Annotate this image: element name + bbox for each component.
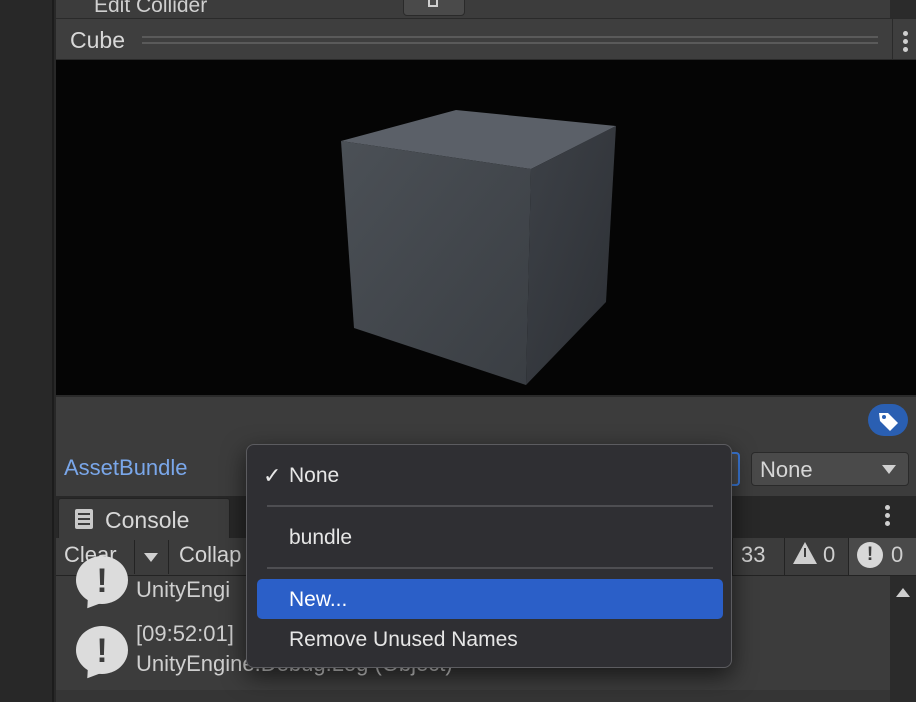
menu-item-label: bundle bbox=[289, 526, 353, 549]
menu-item-label: Remove Unused Names bbox=[289, 628, 518, 651]
console-more-icon[interactable] bbox=[885, 505, 891, 529]
preview-header[interactable]: Cube bbox=[56, 18, 916, 61]
more-vertical-icon bbox=[903, 31, 909, 55]
log-info-icon: ! bbox=[76, 626, 128, 674]
log-timestamp: [09:52:01] bbox=[136, 621, 234, 646]
console-footer bbox=[56, 690, 890, 702]
tab-console[interactable]: Console bbox=[58, 498, 230, 538]
menu-item-remove-unused-names[interactable]: Remove Unused Names bbox=[257, 619, 723, 659]
preview-viewport[interactable] bbox=[56, 60, 916, 395]
tag-icon[interactable] bbox=[868, 404, 908, 436]
edit-collider-row: Edit Collider bbox=[56, 0, 890, 18]
asset-bundle-dropdown-menu: ✓ None bundle New... Remove Unused Names bbox=[246, 444, 732, 668]
menu-separator bbox=[267, 567, 713, 569]
preview-more-button[interactable] bbox=[892, 19, 916, 61]
error-count: 0 bbox=[891, 542, 904, 567]
preview-title: Cube bbox=[70, 27, 125, 53]
menu-item-bundle[interactable]: bundle bbox=[257, 517, 723, 557]
inspector-scrollbar[interactable] bbox=[890, 0, 916, 18]
asset-bundle-label[interactable]: AssetBundle bbox=[64, 455, 188, 481]
unity-editor-inspector: Edit Collider Cube AssetBundle None Cons… bbox=[0, 0, 916, 702]
checkmark-icon: ✓ bbox=[263, 463, 282, 488]
console-icon bbox=[75, 509, 93, 529]
preview-footer bbox=[56, 395, 916, 445]
asset-bundle-variant-dropdown[interactable]: None bbox=[751, 452, 909, 486]
menu-item-label: New... bbox=[289, 588, 348, 611]
menu-item-new[interactable]: New... bbox=[257, 579, 723, 619]
chevron-down-icon bbox=[882, 465, 896, 474]
cube-preview-render bbox=[341, 110, 616, 385]
log-info-icon: ! bbox=[76, 556, 128, 604]
variant-value: None bbox=[760, 457, 813, 482]
menu-item-none[interactable]: ✓ None bbox=[257, 455, 723, 495]
edit-collider-button[interactable] bbox=[403, 0, 465, 16]
scroll-up-icon[interactable] bbox=[896, 588, 910, 597]
menu-separator bbox=[267, 505, 713, 507]
preview-drag-handle[interactable] bbox=[142, 36, 878, 44]
edit-collider-icon bbox=[428, 0, 438, 7]
left-panel-edge bbox=[0, 0, 54, 702]
console-scrollbar[interactable] bbox=[890, 576, 916, 702]
edit-collider-label: Edit Collider bbox=[94, 0, 208, 17]
menu-item-label: None bbox=[289, 464, 340, 487]
tab-console-label: Console bbox=[105, 507, 190, 533]
log-message: UnityEngi bbox=[136, 577, 231, 602]
